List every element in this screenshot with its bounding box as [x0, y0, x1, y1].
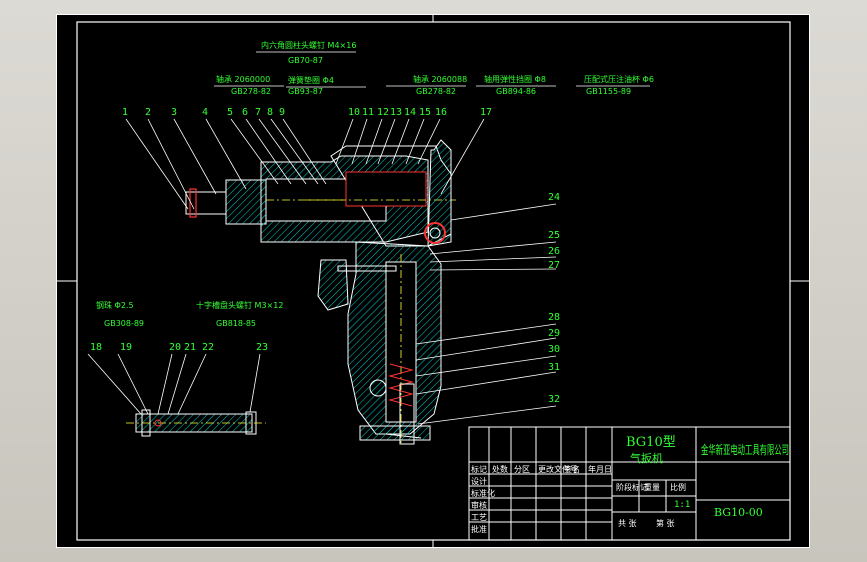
row-label-2: 分区: [514, 465, 530, 474]
product-name: BG10型: [626, 435, 676, 450]
role-label-3: 工艺: [471, 513, 487, 522]
side-callout-name-1: 十字槽盘头螺钉 M3×12: [196, 300, 283, 310]
part-number-20: 20: [169, 342, 181, 353]
stage-label-2: 比例: [670, 482, 686, 492]
callout-std-0: GB70-87: [288, 56, 323, 65]
part-number-17: 17: [480, 107, 492, 118]
part-number-18: 18: [90, 342, 102, 353]
part-number-28: 28: [548, 312, 560, 323]
part-number-2: 2: [145, 107, 151, 118]
side-callout-std-0: GB308-89: [104, 319, 144, 328]
side-callout-name-0: 钢珠 Φ2.5: [96, 300, 134, 310]
role-label-2: 审核: [471, 500, 487, 510]
assembly-drawing: 1 2 3 4 5 6 7 8 9 10 11 12 13 14 15 16 1718 19 20 21 22 23242…: [56, 14, 810, 548]
part-number-9: 9: [279, 107, 285, 118]
part-number-16: 16: [435, 107, 447, 118]
part-number-22: 22: [202, 342, 214, 353]
row-label-5: 年月日: [588, 464, 612, 474]
sheet-total: 共 张: [618, 519, 637, 528]
drawing-number: BG10-00: [714, 506, 763, 519]
part-number-25: 25: [548, 230, 560, 241]
part-number-29: 29: [548, 328, 560, 339]
part-number-31: 31: [548, 362, 560, 373]
part-number-24: 24: [548, 192, 560, 203]
callout-name-4: 轴用弹性挡圈 Φ8: [484, 74, 546, 84]
row-label-0: 标记: [471, 464, 487, 474]
part-number-14: 14: [404, 107, 416, 118]
product-subtitle: 气扳机: [630, 451, 663, 465]
part-number-12: 12: [377, 107, 389, 118]
callout-name-1: 弹簧垫圈 Φ4: [288, 75, 334, 85]
callout-name-2: 轴承 2060000: [216, 74, 270, 84]
part-number-23: 23: [256, 342, 268, 353]
role-label-0: 设计: [471, 476, 487, 486]
side-callout-std-1: GB818-85: [216, 319, 256, 328]
part-number-7: 7: [255, 107, 261, 118]
part-number-15: 15: [419, 107, 431, 118]
callout-std-5: GB1155-89: [586, 87, 631, 96]
row-label-4: 签名: [564, 464, 580, 474]
role-label-1: 标准化: [471, 488, 495, 498]
part-number-30: 30: [548, 344, 560, 355]
part-number-26: 26: [548, 246, 560, 257]
part-number-4: 4: [202, 107, 208, 118]
part-number-1: 1: [122, 107, 128, 118]
part-number-8: 8: [267, 107, 273, 118]
role-label-4: 批准: [471, 524, 487, 534]
callout-std-1: GB93-87: [288, 87, 323, 96]
part-number-19: 19: [120, 342, 132, 353]
callout-name-0: 内六角圆柱头螺钉 M4×16: [261, 40, 356, 50]
callout-name-5: 压配式压注油杯 Φ6: [584, 74, 654, 84]
part-number-32: 32: [548, 394, 560, 405]
part-number-5: 5: [227, 107, 233, 118]
part-number-11: 11: [362, 107, 374, 118]
sheet-index: 第 张: [656, 518, 675, 528]
part-number-27: 27: [548, 260, 560, 271]
callout-std-2: GB278-82: [231, 87, 271, 96]
drawing-canvas[interactable]: 1 2 3 4 5 6 7 8 9 10 11 12 13 14 15 16 17 18 19 20 21 22 23 24 2…: [56, 14, 810, 548]
part-number-3: 3: [171, 107, 177, 118]
callout-name-3: 轴承 2060088: [413, 74, 467, 84]
stage-label-1: 重量: [644, 482, 660, 492]
callout-std-4: GB894-86: [496, 87, 536, 96]
impact-wrench-section: [185, 139, 456, 445]
part-number-6: 6: [242, 107, 248, 118]
scale-value: 1:1: [674, 500, 690, 510]
callout-std-3: GB278-82: [416, 87, 456, 96]
company-name: 金华新亚电动工具有限公司: [701, 442, 789, 457]
part-number-10: 10: [348, 107, 360, 118]
detail-view: [126, 409, 266, 437]
part-number-21: 21: [184, 342, 196, 353]
row-label-1: 处数: [492, 464, 508, 474]
part-number-13: 13: [390, 107, 402, 118]
cad-viewport[interactable]: 1 2 3 4 5 6 7 8 9 10 11 12 13 14 15 16 17 18 19 20 21 22 23 24 2…: [0, 0, 867, 562]
